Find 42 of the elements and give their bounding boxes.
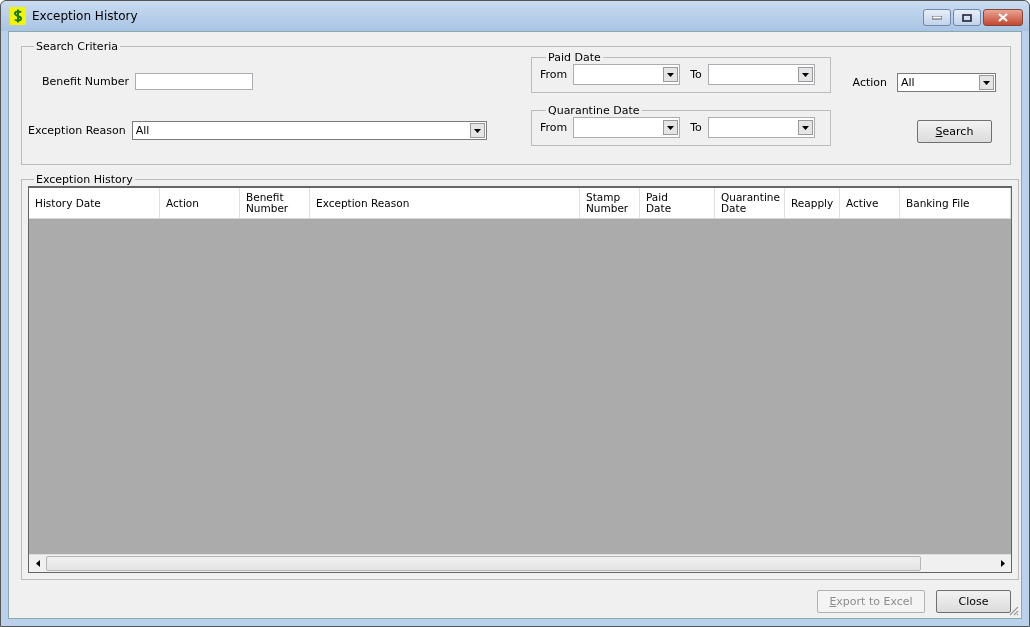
action-dropdown[interactable]: All: [897, 73, 996, 92]
column-header[interactable]: Banking File: [900, 188, 1011, 218]
column-header[interactable]: Paid Date: [640, 188, 715, 218]
field-label: Benefit Number: [42, 75, 129, 88]
column-header[interactable]: Action: [160, 188, 240, 218]
group-title: Exception History: [35, 173, 134, 186]
restore-icon: [962, 13, 972, 22]
group-title: Quarantine Date: [547, 104, 641, 117]
field-label: To: [690, 68, 702, 81]
column-header[interactable]: Active: [840, 188, 900, 218]
column-header[interactable]: Quarantine Date: [715, 188, 785, 218]
restore-button[interactable]: [953, 9, 981, 26]
dropdown-caret-icon[interactable]: [979, 75, 994, 90]
close-icon: [998, 13, 1008, 22]
column-header[interactable]: Exception Reason: [310, 188, 580, 218]
close-button[interactable]: [983, 9, 1023, 26]
search-button[interactable]: Search: [917, 120, 992, 143]
dropdown-caret-icon[interactable]: [797, 67, 813, 82]
field-label: Exception Reason: [28, 124, 126, 137]
column-header[interactable]: Reapply: [785, 188, 840, 218]
field-label: Action: [852, 76, 887, 89]
dropdown-caret-icon[interactable]: [663, 120, 679, 135]
column-header[interactable]: Stamp Number: [580, 188, 640, 218]
group-title: Search Criteria: [35, 40, 119, 53]
exception-reason-dropdown[interactable]: All: [131, 121, 487, 140]
column-header[interactable]: Benefit Number: [240, 188, 310, 218]
column-header[interactable]: History Date: [29, 188, 160, 218]
close-dialog-button[interactable]: Close: [936, 590, 1011, 613]
benefit-number-field[interactable]: [135, 73, 253, 90]
dollar-icon: [10, 7, 26, 25]
field-label: From: [540, 121, 568, 134]
group-title: Paid Date: [547, 51, 602, 64]
scrollbar-thumb[interactable]: [46, 556, 921, 571]
resize-grip-icon[interactable]: [1007, 604, 1019, 616]
window-title: Exception History: [32, 9, 139, 23]
dropdown-caret-icon[interactable]: [663, 67, 679, 82]
dropdown-caret-icon[interactable]: [797, 120, 813, 135]
horizontal-scrollbar[interactable]: [29, 554, 1011, 572]
field-label: From: [540, 68, 568, 81]
minimize-icon: [932, 15, 942, 20]
dropdown-caret-icon[interactable]: [469, 123, 485, 138]
field-label: To: [690, 121, 702, 134]
